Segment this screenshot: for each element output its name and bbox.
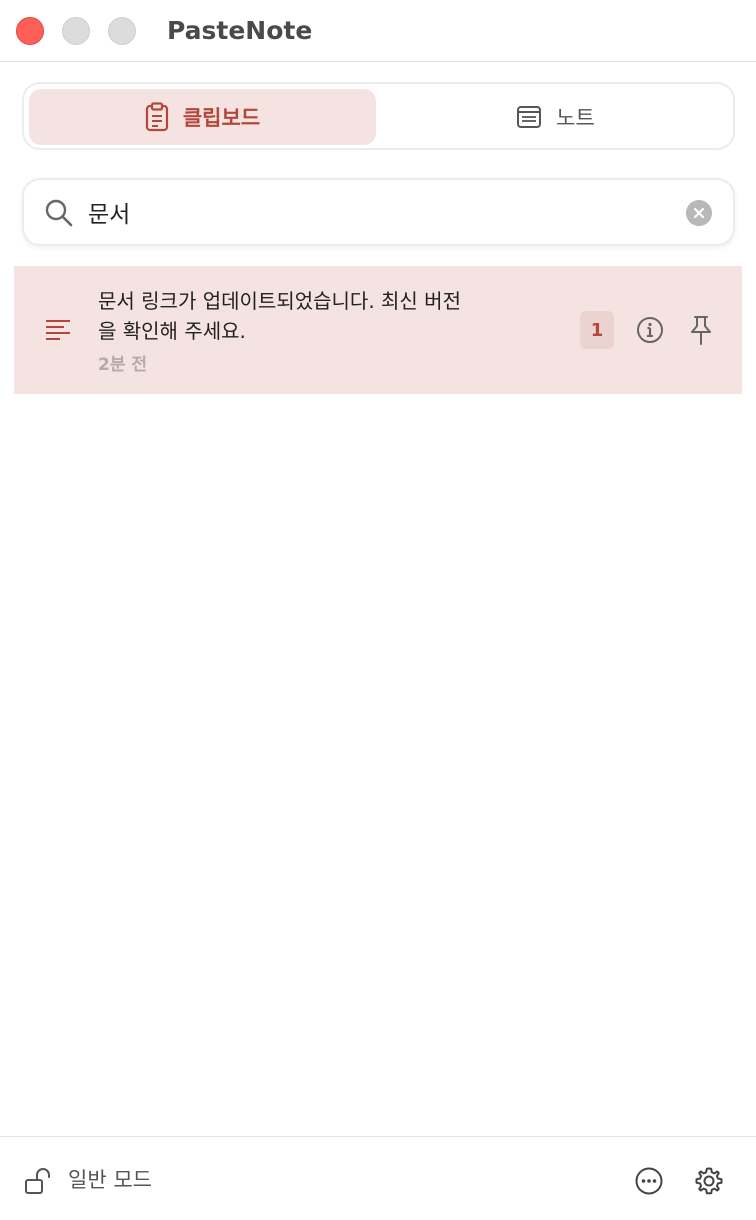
- tab-note-label: 노트: [556, 106, 595, 130]
- app-title: PasteNote: [167, 16, 313, 45]
- title-bar[interactable]: PasteNote: [0, 0, 756, 62]
- tab-clipboard[interactable]: 클립보드: [29, 89, 376, 145]
- unlock-icon[interactable]: [24, 1167, 52, 1199]
- pin-button[interactable]: [688, 314, 714, 350]
- info-icon: [636, 317, 664, 348]
- clipboard-icon: [145, 102, 169, 132]
- footer-bar: 일반 모드: [0, 1136, 756, 1220]
- close-icon: [693, 204, 705, 223]
- tab-note[interactable]: 노트: [382, 89, 729, 145]
- clip-list: 문서 링크가 업데이트되었습니다. 최신 버전을 확인해 주세요. 2분 전 1: [14, 266, 742, 394]
- settings-button[interactable]: [694, 1166, 724, 1200]
- mode-label[interactable]: 일반 모드: [68, 1167, 152, 1193]
- minimize-window-button[interactable]: [62, 17, 90, 45]
- clip-text: 문서 링크가 업데이트되었습니다. 최신 버전을 확인해 주세요.: [98, 289, 461, 343]
- note-icon: [516, 105, 542, 129]
- gear-icon: [694, 1167, 724, 1200]
- more-icon: [634, 1167, 664, 1200]
- tab-clipboard-label: 클립보드: [182, 106, 261, 130]
- pin-icon: [688, 316, 714, 350]
- text-lines-icon: [44, 318, 72, 346]
- search-icon: [44, 198, 74, 232]
- search-bar: [22, 178, 735, 246]
- clear-search-button[interactable]: [686, 200, 712, 226]
- clip-timestamp: 2분 전: [98, 355, 148, 375]
- count-badge: 1: [580, 311, 614, 349]
- app-window: PasteNote 클립보드 노트 문서 문서 링크가 업데이트되었습니다. 최…: [0, 0, 756, 1220]
- info-button[interactable]: [636, 316, 664, 348]
- zoom-window-button[interactable]: [108, 17, 136, 45]
- mode-segmented-control: 클립보드 노트: [22, 82, 735, 150]
- close-window-button[interactable]: [16, 17, 44, 45]
- search-input[interactable]: [88, 192, 678, 232]
- list-item[interactable]: 문서 링크가 업데이트되었습니다. 최신 버전을 확인해 주세요. 2분 전 1: [14, 266, 742, 394]
- more-options-button[interactable]: [634, 1166, 664, 1200]
